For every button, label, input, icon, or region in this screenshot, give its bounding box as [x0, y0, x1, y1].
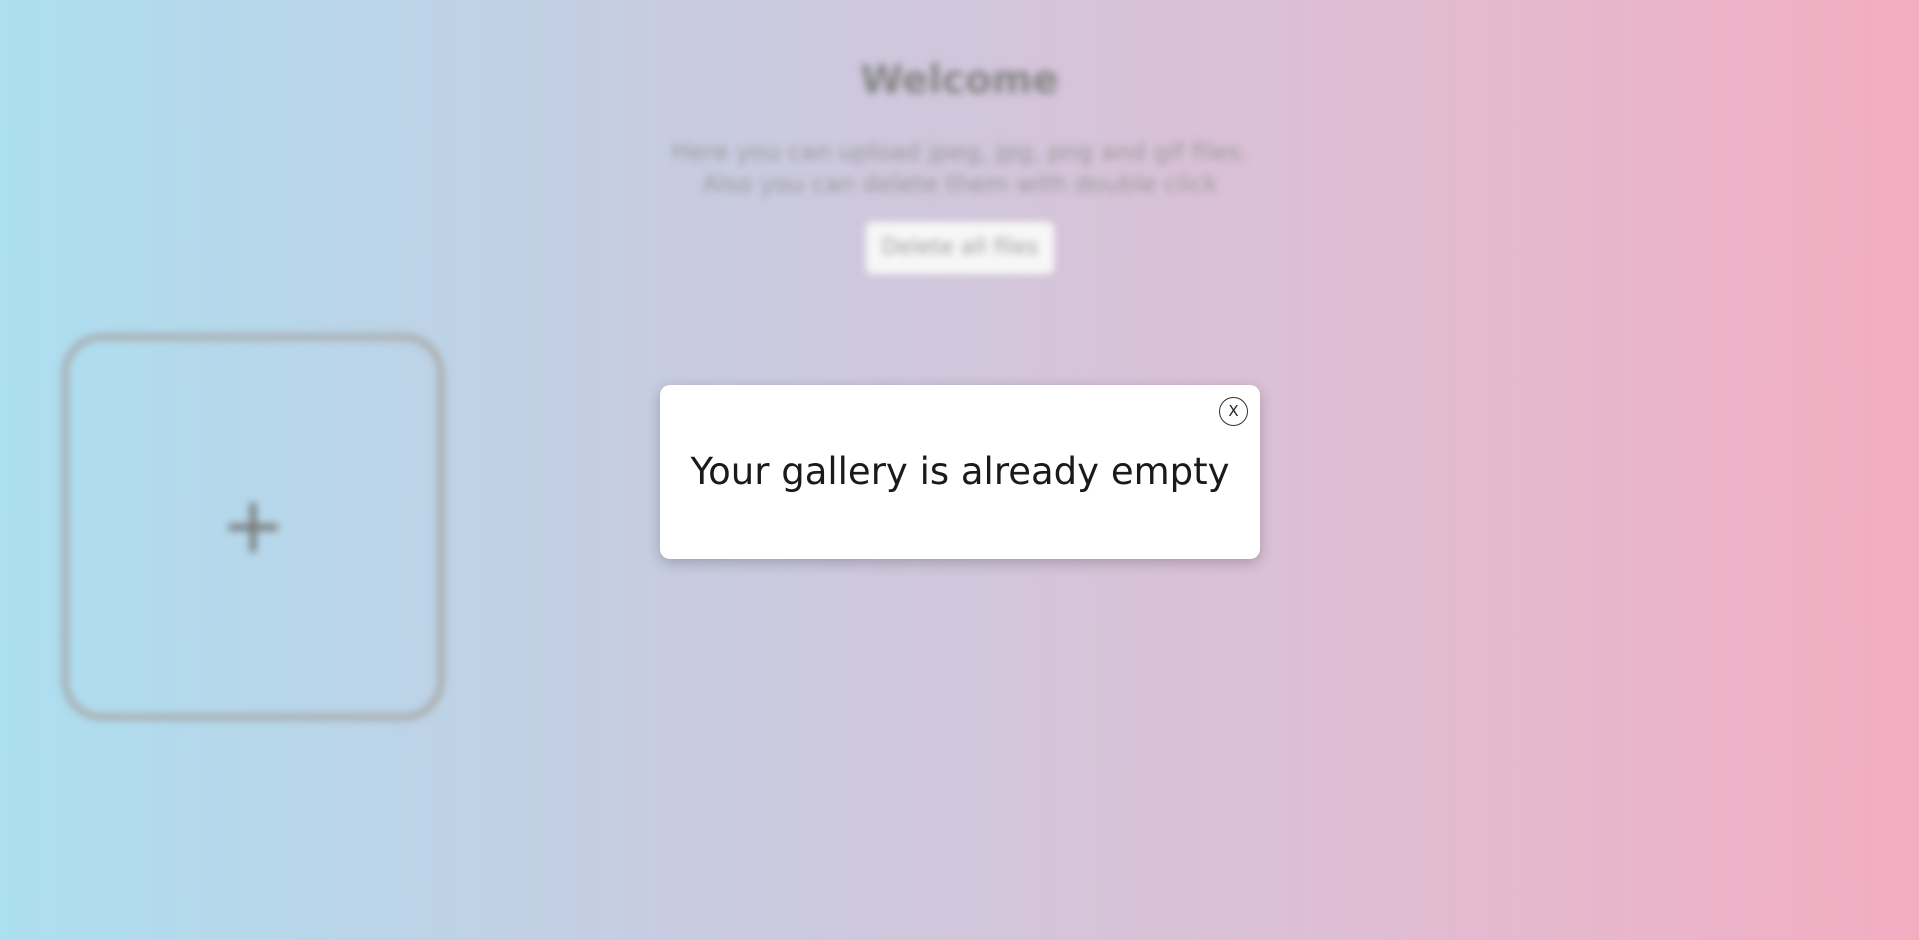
modal-message: Your gallery is already empty	[690, 450, 1230, 493]
add-image-tile[interactable]: +	[62, 334, 444, 720]
page-description: Here you can upload jpeg, jpg, png and g…	[671, 138, 1249, 198]
alert-modal: X Your gallery is already empty	[660, 385, 1260, 559]
close-icon[interactable]: X	[1219, 397, 1248, 426]
delete-all-files-button[interactable]: Delete all files	[866, 222, 1054, 274]
page-title: Welcome	[860, 58, 1059, 103]
plus-icon: +	[220, 481, 286, 571]
